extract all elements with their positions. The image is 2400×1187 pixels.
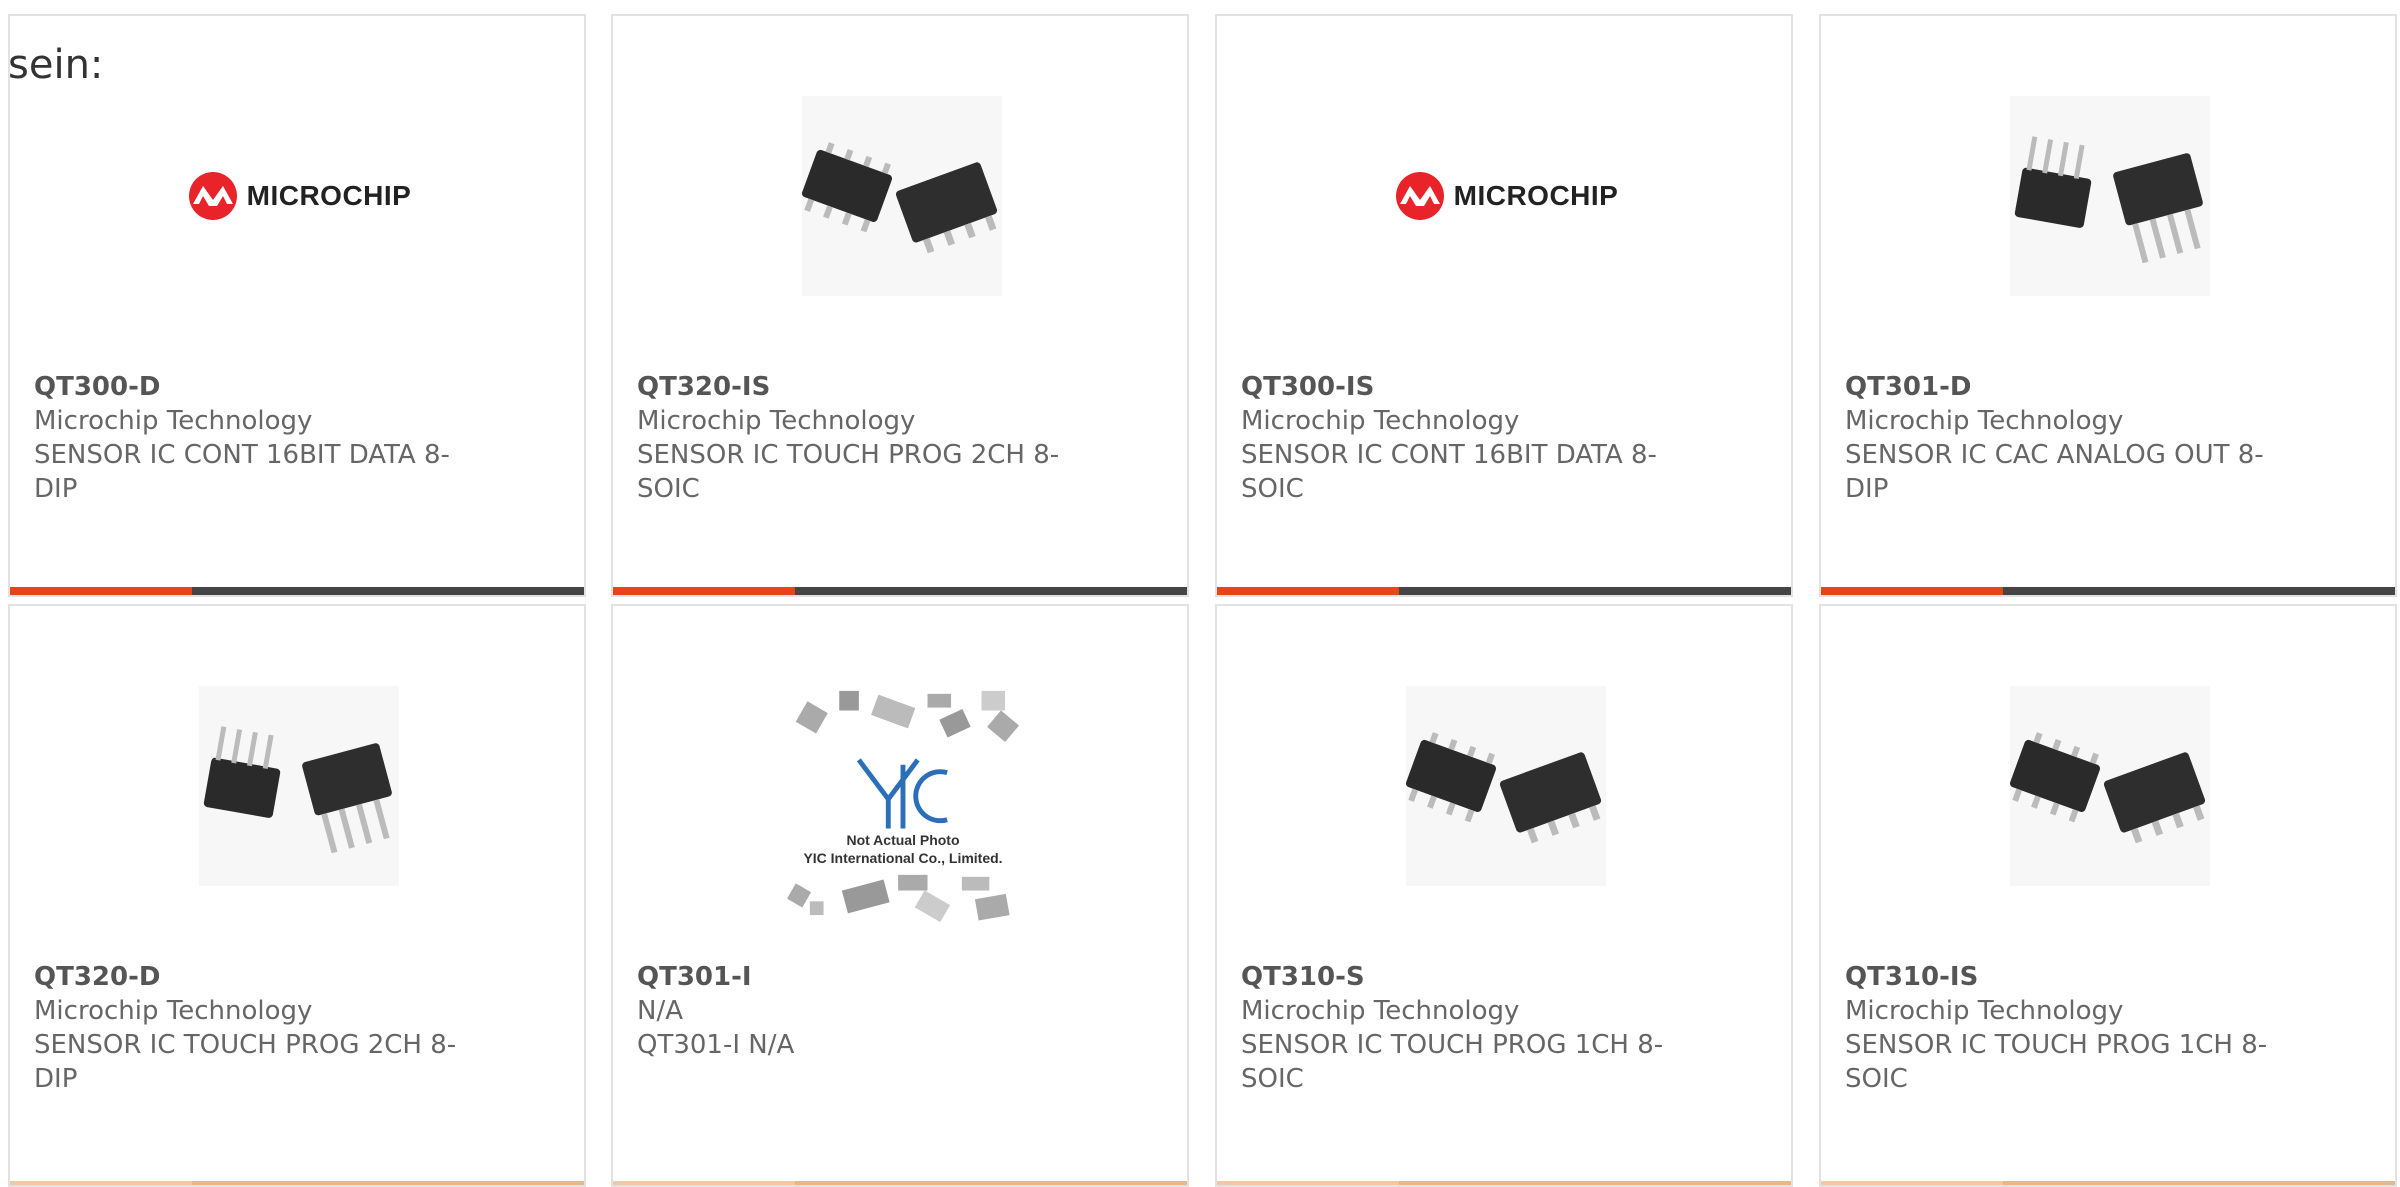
- product-image[interactable]: [150, 676, 448, 896]
- manufacturer: N/A: [637, 996, 683, 1026]
- description-line-1: SENSOR IC CONT 16BIT DATA 8-: [1241, 440, 1657, 470]
- soic-chip-icon: [802, 96, 1002, 296]
- part-number[interactable]: QT310-IS: [1845, 960, 2285, 994]
- microchip-logo: MICROCHIP: [187, 170, 412, 222]
- description-line-1: SENSOR IC TOUCH PROG 2CH 8-: [34, 1030, 457, 1060]
- soic-chip-icon: [1406, 686, 1606, 886]
- product-card-qt320-is[interactable]: QT320-IS Microchip Technology SENSOR IC …: [611, 14, 1189, 597]
- product-image[interactable]: [1961, 676, 2259, 896]
- description-line-1: QT301-I N/A: [637, 1030, 795, 1060]
- manufacturer: Microchip Technology: [34, 406, 313, 436]
- part-number[interactable]: QT320-D: [34, 960, 474, 994]
- part-number[interactable]: QT301-I: [637, 960, 1077, 994]
- soic-chip-icon: [2010, 686, 2210, 886]
- manufacturer: Microchip Technology: [1241, 996, 1520, 1026]
- manufacturer: Microchip Technology: [1845, 996, 2124, 1026]
- product-image[interactable]: MICROCHIP: [1357, 86, 1655, 306]
- microchip-wordmark: MICROCHIP: [1453, 180, 1619, 211]
- card-accent-bar: [1217, 587, 1791, 595]
- description-line-2: DIP: [34, 474, 78, 504]
- description-line-1: SENSOR IC TOUCH PROG 2CH 8-: [637, 440, 1060, 470]
- microchip-logo-icon: [188, 172, 237, 220]
- product-image[interactable]: [753, 86, 1051, 306]
- chips-group-top-icon: [795, 690, 1019, 743]
- product-card-qt320-d[interactable]: QT320-D Microchip Technology SENSOR IC T…: [8, 604, 586, 1187]
- description-line-2: DIP: [1845, 474, 1889, 504]
- card-accent-bar: [10, 587, 584, 595]
- product-image[interactable]: [1357, 676, 1655, 896]
- description-line-1: SENSOR IC TOUCH PROG 1CH 8-: [1241, 1030, 1664, 1060]
- card-accent-bar: [613, 587, 1187, 595]
- product-card-qt300-is[interactable]: MICROCHIP QT300-IS Microchip Technology …: [1215, 14, 1793, 597]
- dip-chip-icon: [2010, 96, 2210, 296]
- card-accent-bar: [1821, 1181, 2395, 1185]
- microchip-wordmark: MICROCHIP: [246, 180, 412, 211]
- card-accent-bar: [613, 1181, 1187, 1185]
- card-accent-bar: [10, 1181, 584, 1185]
- card-accent-bar: [1217, 1181, 1791, 1185]
- manufacturer: Microchip Technology: [1241, 406, 1520, 436]
- manufacturer: Microchip Technology: [637, 406, 916, 436]
- description-line-2: SOIC: [1241, 474, 1304, 504]
- description-line-2: SOIC: [637, 474, 700, 504]
- manufacturer: Microchip Technology: [34, 996, 313, 1026]
- part-number[interactable]: QT320-IS: [637, 370, 1077, 404]
- dip-chip-icon: [199, 686, 399, 886]
- description-line-1: SENSOR IC TOUCH PROG 1CH 8-: [1845, 1030, 2268, 1060]
- product-card-qt301-i[interactable]: Not Actual Photo YIC International Co., …: [611, 604, 1189, 1187]
- microchip-logo-icon: [1395, 172, 1444, 220]
- placeholder-note-line-1: Not Actual Photo: [846, 832, 960, 849]
- description-line-2: DIP: [34, 1064, 78, 1094]
- microchip-logo: MICROCHIP: [1394, 170, 1619, 222]
- part-number[interactable]: QT300-IS: [1241, 370, 1681, 404]
- description-line-2: SOIC: [1241, 1064, 1304, 1094]
- intro-text: sein:: [8, 42, 104, 88]
- description-line-1: SENSOR IC CAC ANALOG OUT 8-: [1845, 440, 2264, 470]
- description-line-2: SOIC: [1845, 1064, 1908, 1094]
- product-image[interactable]: [1961, 86, 2259, 306]
- part-number[interactable]: QT300-D: [34, 370, 474, 404]
- product-image[interactable]: MICROCHIP: [150, 86, 448, 306]
- card-accent-bar: [1821, 587, 2395, 595]
- product-card-qt300-d[interactable]: MICROCHIP QT300-D Microchip Technology S…: [8, 14, 586, 597]
- product-card-qt310-is[interactable]: QT310-IS Microchip Technology SENSOR IC …: [1819, 604, 2397, 1187]
- product-card-qt301-d[interactable]: QT301-D Microchip Technology SENSOR IC C…: [1819, 14, 2397, 597]
- part-number[interactable]: QT301-D: [1845, 370, 2285, 404]
- yic-logo-icon: [856, 758, 948, 829]
- manufacturer: Microchip Technology: [1845, 406, 2124, 436]
- chips-group-bottom-icon: [786, 875, 1010, 923]
- description-line-1: SENSOR IC CONT 16BIT DATA 8-: [34, 440, 450, 470]
- part-number[interactable]: QT310-S: [1241, 960, 1681, 994]
- product-image[interactable]: Not Actual Photo YIC International Co., …: [763, 686, 1043, 926]
- placeholder-note-line-2: YIC International Co., Limited.: [803, 850, 1003, 867]
- product-card-qt310-s[interactable]: QT310-S Microchip Technology SENSOR IC T…: [1215, 604, 1793, 1187]
